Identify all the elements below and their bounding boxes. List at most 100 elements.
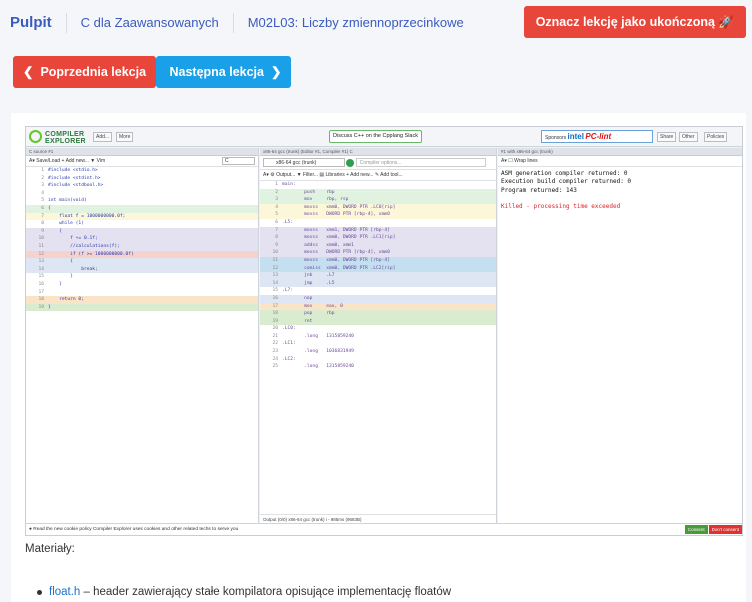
add-menu-button[interactable]: Add...	[93, 132, 113, 142]
code-text: .long 1036831949	[282, 349, 354, 355]
line-number: 2	[41, 175, 44, 181]
code-text: movss xmm1, DWORD PTR [rbp-4]	[282, 227, 390, 233]
line-number: 11	[272, 257, 278, 263]
code-text: .L5:	[282, 219, 294, 225]
line-number: 5	[41, 198, 44, 204]
code-text: float f = 1000000000.0f;	[48, 213, 126, 219]
editor-pane: C source #1 A▾ Save/Load + Add new... ▼ …	[26, 148, 259, 524]
line-number: 1	[275, 182, 278, 187]
code-line: 2 #include <stdint.h>	[26, 175, 258, 183]
code-line: 1 #include <stdio.h>	[26, 167, 258, 175]
code-text: movss xmm0, DWORD PTR .LC0[rip]	[282, 204, 396, 210]
output-line: ASM generation compiler returned: 0	[501, 170, 628, 177]
code-line: 5 int main(void)	[26, 197, 258, 205]
code-line: 25 .long 1315859240	[260, 363, 496, 371]
float-h-link[interactable]: float.h	[49, 586, 80, 598]
compiler-select[interactable]: x86-64 gcc (trunk)	[263, 158, 345, 167]
code-line: 2 push rbp	[260, 188, 496, 197]
code-text: mov eax, 0	[282, 303, 343, 309]
more-menu-button[interactable]: More	[116, 132, 134, 142]
code-text: pop rbp	[282, 311, 335, 317]
line-number: 20	[272, 326, 278, 332]
previous-lesson-button[interactable]: ❮ Poprzednia lekcja	[13, 56, 157, 88]
line-number: 13	[38, 259, 44, 265]
assembly-output[interactable]: 1 main: 2 push rbp 3 mov rbp, rsp 4 movss xm…	[260, 181, 496, 371]
breadcrumb-home[interactable]: Pulpit	[0, 12, 67, 33]
code-line: 6 .L5:	[260, 219, 496, 227]
chevron-right-icon: ❯	[270, 65, 282, 79]
code-line: 3 #include <stdbool.h>	[26, 182, 258, 190]
bullet	[37, 590, 42, 595]
line-number: 16	[38, 281, 44, 287]
killed-message: Killed - processing time exceeded	[501, 202, 621, 210]
line-number: 5	[275, 212, 278, 218]
code-line: 7 movss xmm1, DWORD PTR [rbp-4]	[260, 226, 496, 235]
compiler-tab[interactable]: x86-64 gcc (trunk) (Editor #1, Compiler …	[260, 148, 496, 156]
code-line: 23 .long 1036831949	[260, 348, 496, 356]
code-line: 15 .L7:	[260, 287, 496, 295]
code-line: 11 movss xmm0, DWORD PTR [rbp-4]	[260, 256, 496, 265]
code-text: }	[48, 304, 51, 310]
materials-list-item: float.h – header zawierający stałe kompi…	[37, 586, 451, 598]
code-text: addss xmm0, xmm1	[282, 242, 354, 248]
output-tab[interactable]: #1 with x86-64 gcc (trunk)	[498, 148, 742, 156]
dont-consent-button[interactable]: Don't consent	[708, 525, 742, 534]
policies-button[interactable]: Policies	[704, 132, 728, 142]
line-number: 9	[41, 228, 44, 234]
editor-tab[interactable]: C source #1	[26, 148, 258, 156]
line-number: 14	[38, 266, 44, 272]
code-line: 6{	[26, 204, 258, 213]
language-select[interactable]: C	[222, 157, 255, 165]
code-text: }	[48, 281, 62, 287]
compiler-explorer-logo: COMPILER EXPLORER	[29, 129, 93, 145]
chevron-left-icon: ❮	[23, 65, 34, 79]
sponsors-box[interactable]: Sponsors intel PC-lint	[541, 130, 653, 143]
compiler-options-input[interactable]: Compiler options...	[355, 158, 486, 167]
breadcrumb-course[interactable]: C dla Zaawansowanych	[67, 12, 234, 33]
next-lesson-button[interactable]: Następna lekcja ❯	[156, 56, 292, 88]
discuss-slack-link[interactable]: Discuss C++ on the Cpplang Slack	[329, 130, 422, 143]
code-line: 19 ret	[260, 317, 496, 326]
breadcrumb-lesson[interactable]: M02L03: Liczby zmiennoprzecinkowe	[234, 13, 478, 33]
line-number: 7	[41, 213, 44, 219]
output-line: Execution build compiler returned: 0	[501, 178, 632, 186]
editor-toolbar-items[interactable]: A▾ Save/Load + Add new... ▼ Vim	[29, 158, 105, 164]
code-line: 5 movss DWORD PTR [rbp-4], xmm0	[260, 211, 496, 219]
output-toolbar[interactable]: A▾ ☐ Wrap lines	[498, 156, 742, 167]
code-line: 17 mov eax, 0	[260, 302, 496, 311]
output-pane: #1 with x86-64 gcc (trunk) A▾ ☐ Wrap lin…	[498, 148, 742, 524]
code-line: 20 .LC0:	[260, 325, 496, 333]
logo-icon	[29, 130, 42, 143]
code-text: if (f >= 1000000000.0f)	[48, 251, 134, 257]
code-text: nop	[282, 295, 313, 301]
line-number: 6	[41, 205, 44, 211]
code-text: movss xmm0, DWORD PTR [rbp-4]	[282, 257, 390, 263]
other-button[interactable]: Other	[679, 132, 698, 142]
code-text: break;	[48, 266, 98, 272]
mark-complete-button[interactable]: Oznacz lekcję jako ukończoną 🚀	[523, 6, 746, 38]
share-button[interactable]: Share	[657, 132, 677, 142]
compiler-toolbar[interactable]: A▾ ⚙ Output... ▼ Filter... ▤ Libraries +…	[260, 170, 496, 181]
consent-button[interactable]: Consent	[684, 525, 708, 534]
code-text: #include <stdint.h>	[48, 175, 101, 181]
code-line: 3 mov rbp, rsp	[260, 196, 496, 204]
code-text: int main(void)	[48, 198, 87, 204]
code-line: 9 {	[26, 227, 258, 236]
check-icon	[346, 158, 355, 167]
line-number: 6	[275, 219, 278, 225]
code-text: .LC1:	[282, 341, 296, 347]
line-number: 17	[38, 289, 44, 295]
code-text: jnb .L7	[282, 273, 335, 279]
program-output: ASM generation compiler returned: 0 Exec…	[498, 167, 742, 214]
code-text: }	[48, 274, 73, 280]
code-line: 15 }	[26, 273, 258, 281]
code-text: jmp .L5	[282, 280, 335, 286]
mark-complete-label: Oznacz lekcję jako ukończoną	[535, 15, 715, 29]
cookie-text[interactable]: ● Read the new cookie policy Compiler Ex…	[29, 527, 238, 532]
compiler-explorer-embed[interactable]: COMPILER EXPLORER Add... More Discuss C+…	[25, 126, 743, 536]
code-text: main:	[282, 182, 296, 187]
source-code[interactable]: 1 #include <stdio.h> 2 #include <stdint.h> 3…	[26, 167, 258, 312]
code-text: #include <stdbool.h>	[48, 183, 104, 189]
code-line: 8 movss xmm0, DWORD PTR .LC1[rip]	[260, 234, 496, 242]
line-number: 18	[38, 297, 44, 303]
